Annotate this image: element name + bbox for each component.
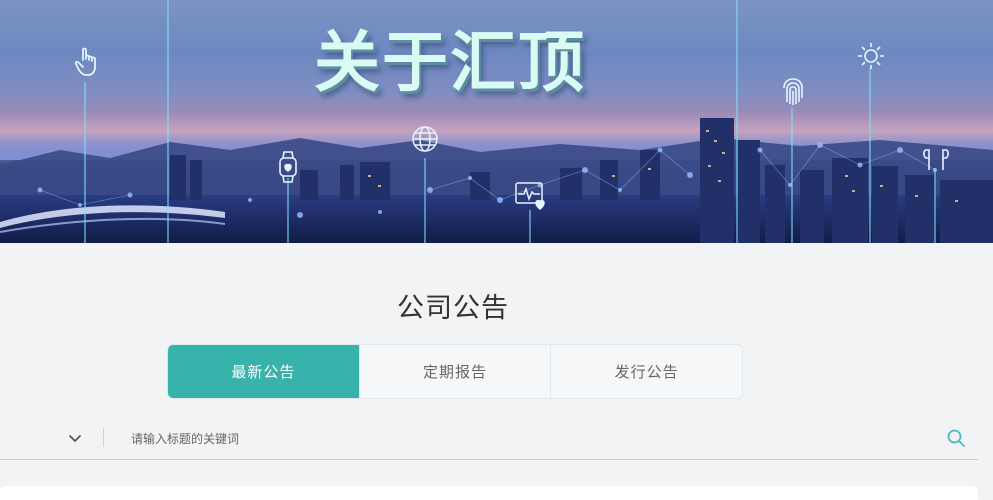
smartwatch-icon xyxy=(279,151,297,183)
hero-title: 关于汇顶 xyxy=(314,24,586,101)
tab-issuance-announcements[interactable]: 发行公告 xyxy=(551,345,742,398)
search-input[interactable] xyxy=(129,426,913,452)
fingerprint-icon xyxy=(783,78,803,105)
search-icon[interactable] xyxy=(946,428,966,448)
sun-icon xyxy=(858,43,884,69)
tab-label: 定期报告 xyxy=(423,363,488,381)
page-title: 公司公告 xyxy=(397,293,509,324)
announcement-tabs: 最新公告 定期报告 发行公告 xyxy=(167,344,743,399)
tab-latest-announcements[interactable]: 最新公告 xyxy=(168,345,360,398)
tab-label: 最新公告 xyxy=(231,363,296,381)
search-bar xyxy=(0,418,978,460)
announcement-list-card xyxy=(0,486,978,500)
hero-banner: 关于汇顶 xyxy=(0,0,993,243)
chevron-down-icon[interactable] xyxy=(66,430,84,448)
touch-icon xyxy=(74,47,96,76)
search-divider xyxy=(103,428,104,447)
tab-periodic-reports[interactable]: 定期报告 xyxy=(360,345,552,398)
heart-monitor-icon xyxy=(515,182,545,210)
tab-label: 发行公告 xyxy=(614,363,679,381)
earbuds-icon xyxy=(923,149,949,170)
globe-icon xyxy=(412,126,438,152)
